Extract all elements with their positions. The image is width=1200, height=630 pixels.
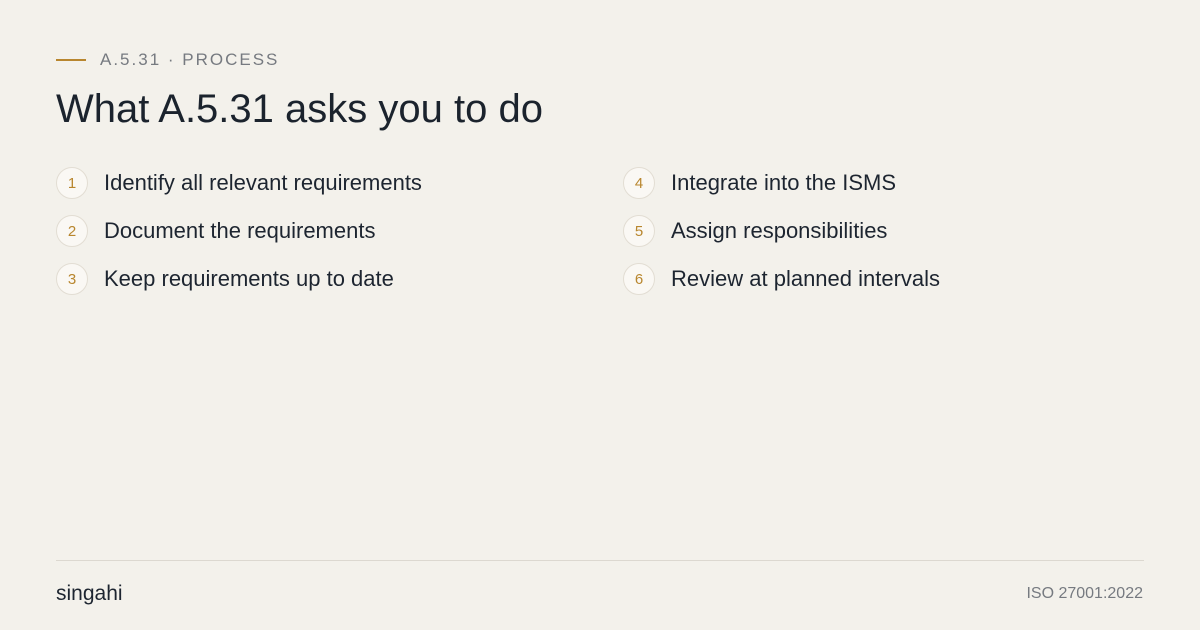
step-label: Review at planned intervals xyxy=(671,266,941,291)
step-number-badge: 4 xyxy=(623,167,655,199)
step-item: 2 Document the requirements xyxy=(56,213,422,249)
footer-divider xyxy=(56,560,1144,561)
step-number-badge: 2 xyxy=(56,215,88,247)
brand-name: singahi xyxy=(56,582,123,605)
step-item: 6 Review at planned intervals xyxy=(623,261,940,297)
step-number-badge: 1 xyxy=(56,167,88,199)
eyebrow: A.5.31 · PROCESS xyxy=(56,49,279,71)
step-label: Integrate into the ISMS xyxy=(671,170,897,195)
step-label: Document the requirements xyxy=(104,218,376,243)
step-number-badge: 3 xyxy=(56,263,88,295)
standard-label: ISO 27001:2022 xyxy=(1026,585,1143,602)
step-item: 3 Keep requirements up to date xyxy=(56,261,422,297)
page-title: What A.5.31 asks you to do xyxy=(56,87,543,131)
eyebrow-rule xyxy=(56,59,86,61)
step-number-badge: 5 xyxy=(623,215,655,247)
step-list-right: 4 Integrate into the ISMS 5 Assign respo… xyxy=(623,165,940,309)
step-item: 5 Assign responsibilities xyxy=(623,213,940,249)
step-list-left: 1 Identify all relevant requirements 2 D… xyxy=(56,165,422,309)
step-label: Keep requirements up to date xyxy=(104,266,394,291)
step-label: Assign responsibilities xyxy=(671,218,888,243)
step-label: Identify all relevant requirements xyxy=(104,170,422,195)
step-item: 1 Identify all relevant requirements xyxy=(56,165,422,201)
step-number-badge: 6 xyxy=(623,263,655,295)
step-item: 4 Integrate into the ISMS xyxy=(623,165,940,201)
eyebrow-label: A.5.31 · PROCESS xyxy=(100,50,280,69)
